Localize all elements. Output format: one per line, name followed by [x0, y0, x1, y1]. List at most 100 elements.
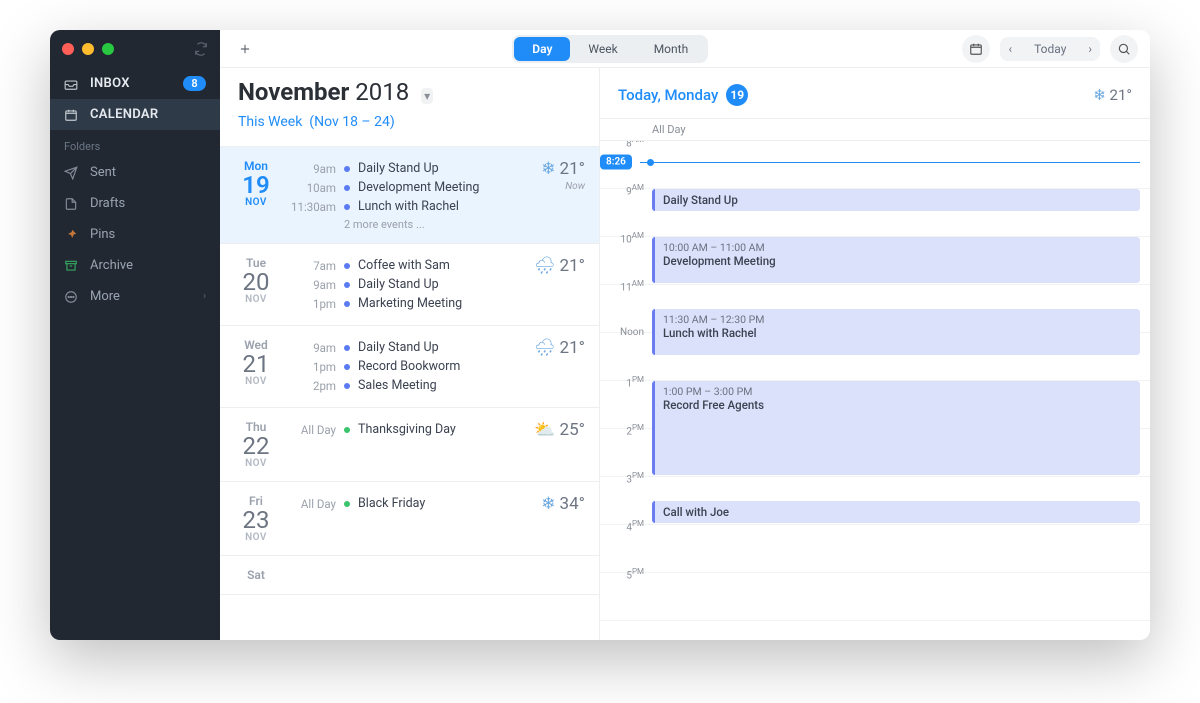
- now-marker: 8:26: [600, 154, 632, 169]
- agenda-event[interactable]: All DayThanksgiving Day: [288, 420, 519, 439]
- agenda-event[interactable]: 10amDevelopment Meeting: [288, 178, 519, 197]
- agenda-day[interactable]: Wed21NOV9amDaily Stand Up1pmRecord Bookw…: [220, 326, 599, 408]
- window-traffic-lights: [62, 43, 114, 55]
- folder-label: More: [90, 289, 120, 304]
- zoom-window-button[interactable]: [102, 43, 114, 55]
- timeline-event[interactable]: Daily Stand Up: [652, 189, 1140, 211]
- agenda-events: 9amDaily Stand Up10amDevelopment Meeting…: [288, 159, 519, 231]
- sent-icon: [64, 166, 80, 180]
- agenda-events: All DayBlack Friday: [288, 494, 519, 543]
- inbox-badge: 8: [183, 76, 206, 91]
- agenda-day[interactable]: Tue20NOV 7amCoffee with Sam9amDaily Stand…: [220, 244, 599, 326]
- sidebar-item-archive[interactable]: Archive: [50, 250, 220, 281]
- minimize-window-button[interactable]: [82, 43, 94, 55]
- agenda-event[interactable]: 1pmRecord Bookworm: [288, 357, 519, 376]
- agenda-weather: ❄34°: [529, 494, 585, 543]
- window-titlebar: [50, 30, 220, 68]
- allday-row: All Day: [600, 118, 1150, 141]
- agenda-event[interactable]: All DayBlack Friday: [288, 494, 519, 513]
- chevron-right-icon: ›: [203, 291, 206, 302]
- timeline-event[interactable]: 1:00 PM – 3:00 PMRecord Free Agents: [652, 381, 1140, 475]
- timeline-event[interactable]: Call with Joe: [652, 501, 1140, 523]
- today-nav: ‹ Today ›: [1000, 37, 1100, 61]
- sync-icon[interactable]: [194, 42, 208, 56]
- timeline-event[interactable]: 11:30 AM – 12:30 PMLunch with Rachel: [652, 309, 1140, 355]
- dayview-title: Today, Monday 19: [618, 84, 748, 106]
- sidebar-item-sent[interactable]: Sent: [50, 157, 220, 188]
- hour-label: 4PM: [600, 519, 648, 533]
- close-window-button[interactable]: [62, 43, 74, 55]
- agenda-date: Mon19NOV: [234, 159, 278, 231]
- agenda-event[interactable]: 9amDaily Stand Up: [288, 338, 519, 357]
- hour-label: 10AM: [600, 231, 648, 245]
- folder-label: Drafts: [90, 196, 125, 211]
- agenda-event[interactable]: 7amCoffee with Sam: [288, 256, 519, 275]
- mini-calendar-button[interactable]: [962, 35, 990, 63]
- segment-day[interactable]: Day: [514, 37, 570, 61]
- now-line: [640, 162, 1140, 163]
- agenda-day[interactable]: Fri23NOVAll DayBlack Friday❄34°: [220, 482, 599, 556]
- folder-label: Archive: [90, 258, 133, 273]
- timeline-event[interactable]: 10:00 AM – 11:00 AMDevelopment Meeting: [652, 237, 1140, 283]
- main: DayWeekMonth ‹ Today › November 2018 ▾: [220, 30, 1150, 640]
- agenda-event[interactable]: 9amDaily Stand Up: [288, 275, 519, 294]
- agenda-event[interactable]: 2pmSales Meeting: [288, 376, 519, 395]
- inbox-label: INBOX: [90, 76, 130, 91]
- weather-icon: ❄: [541, 494, 555, 514]
- agenda-day[interactable]: Mon19NOV9amDaily Stand Up10amDevelopment…: [220, 147, 599, 244]
- sidebar-item-more[interactable]: More ›: [50, 281, 220, 312]
- agenda-weather: 🌧21°: [529, 256, 585, 313]
- drafts-icon: [64, 197, 80, 211]
- weather-icon: 🌧: [534, 338, 556, 358]
- agenda-day[interactable]: Sat: [220, 556, 599, 595]
- chevron-down-icon[interactable]: ▾: [421, 88, 433, 104]
- more-icon: [64, 290, 80, 304]
- inbox-icon: [64, 77, 80, 91]
- agenda-weather: ⛅25°: [529, 420, 585, 469]
- agenda-date: Sat: [234, 568, 278, 582]
- agenda-day[interactable]: Thu22NOV All DayThanksgiving Day ⛅25°: [220, 408, 599, 482]
- agenda-weather: ❄21°Now: [529, 159, 585, 231]
- dayview-header: Today, Monday 19 ❄ 21°: [600, 68, 1150, 118]
- agenda-event[interactable]: 1pmMarketing Meeting: [288, 294, 519, 313]
- segment-month[interactable]: Month: [636, 37, 706, 61]
- agenda-weather: [529, 568, 585, 582]
- sidebar-item-drafts[interactable]: Drafts: [50, 188, 220, 219]
- folder-label: Pins: [90, 227, 115, 242]
- sidebar-item-pins[interactable]: Pins: [50, 219, 220, 250]
- agenda-events: [288, 568, 519, 582]
- week-range: This Week (Nov 18 – 24): [238, 106, 581, 140]
- month-title[interactable]: November 2018 ▾: [238, 78, 581, 106]
- sidebar-item-inbox[interactable]: INBOX 8: [50, 68, 220, 99]
- weather-icon: ❄: [541, 159, 555, 179]
- hour-label: 9AM: [600, 183, 648, 197]
- agenda-events: 9amDaily Stand Up1pmRecord Bookworm2pmSa…: [288, 338, 519, 395]
- next-button[interactable]: ›: [1080, 37, 1100, 61]
- folder-label: Sent: [90, 165, 116, 180]
- hour-label: 11AM: [600, 279, 648, 293]
- weather-icon: ⛅: [534, 420, 555, 440]
- agenda-weather: 🌧21°: [529, 338, 585, 395]
- compose-button[interactable]: [232, 36, 258, 62]
- sidebar-section-folders: Folders: [50, 130, 220, 157]
- agenda-event[interactable]: 11:30amLunch with Rachel: [288, 197, 519, 216]
- agenda-date: Thu22NOV: [234, 420, 278, 469]
- hour-label: 1PM: [600, 375, 648, 389]
- agenda-more[interactable]: 2 more events ...: [288, 216, 519, 231]
- search-button[interactable]: [1110, 35, 1138, 63]
- dayview-weather: ❄ 21°: [1093, 86, 1132, 104]
- prev-button[interactable]: ‹: [1000, 37, 1020, 61]
- sidebar-item-calendar[interactable]: CALENDAR: [50, 99, 220, 130]
- toolbar: DayWeekMonth ‹ Today ›: [220, 30, 1150, 68]
- agenda-events: All DayThanksgiving Day: [288, 420, 519, 469]
- agenda-header: November 2018 ▾ This Week (Nov 18 – 24): [220, 68, 599, 146]
- timeline[interactable]: 8AM9AM10AM11AMNoon1PM2PM3PM4PM5PMDaily S…: [600, 141, 1150, 640]
- calendar-label: CALENDAR: [90, 107, 158, 122]
- today-button[interactable]: Today: [1020, 37, 1080, 61]
- agenda-date: Tue20NOV: [234, 256, 278, 313]
- snow-icon: ❄: [1093, 86, 1106, 104]
- agenda-event[interactable]: 9amDaily Stand Up: [288, 159, 519, 178]
- agenda-list: Mon19NOV9amDaily Stand Up10amDevelopment…: [220, 146, 599, 640]
- segment-week[interactable]: Week: [570, 37, 635, 61]
- hour-label: 3PM: [600, 471, 648, 485]
